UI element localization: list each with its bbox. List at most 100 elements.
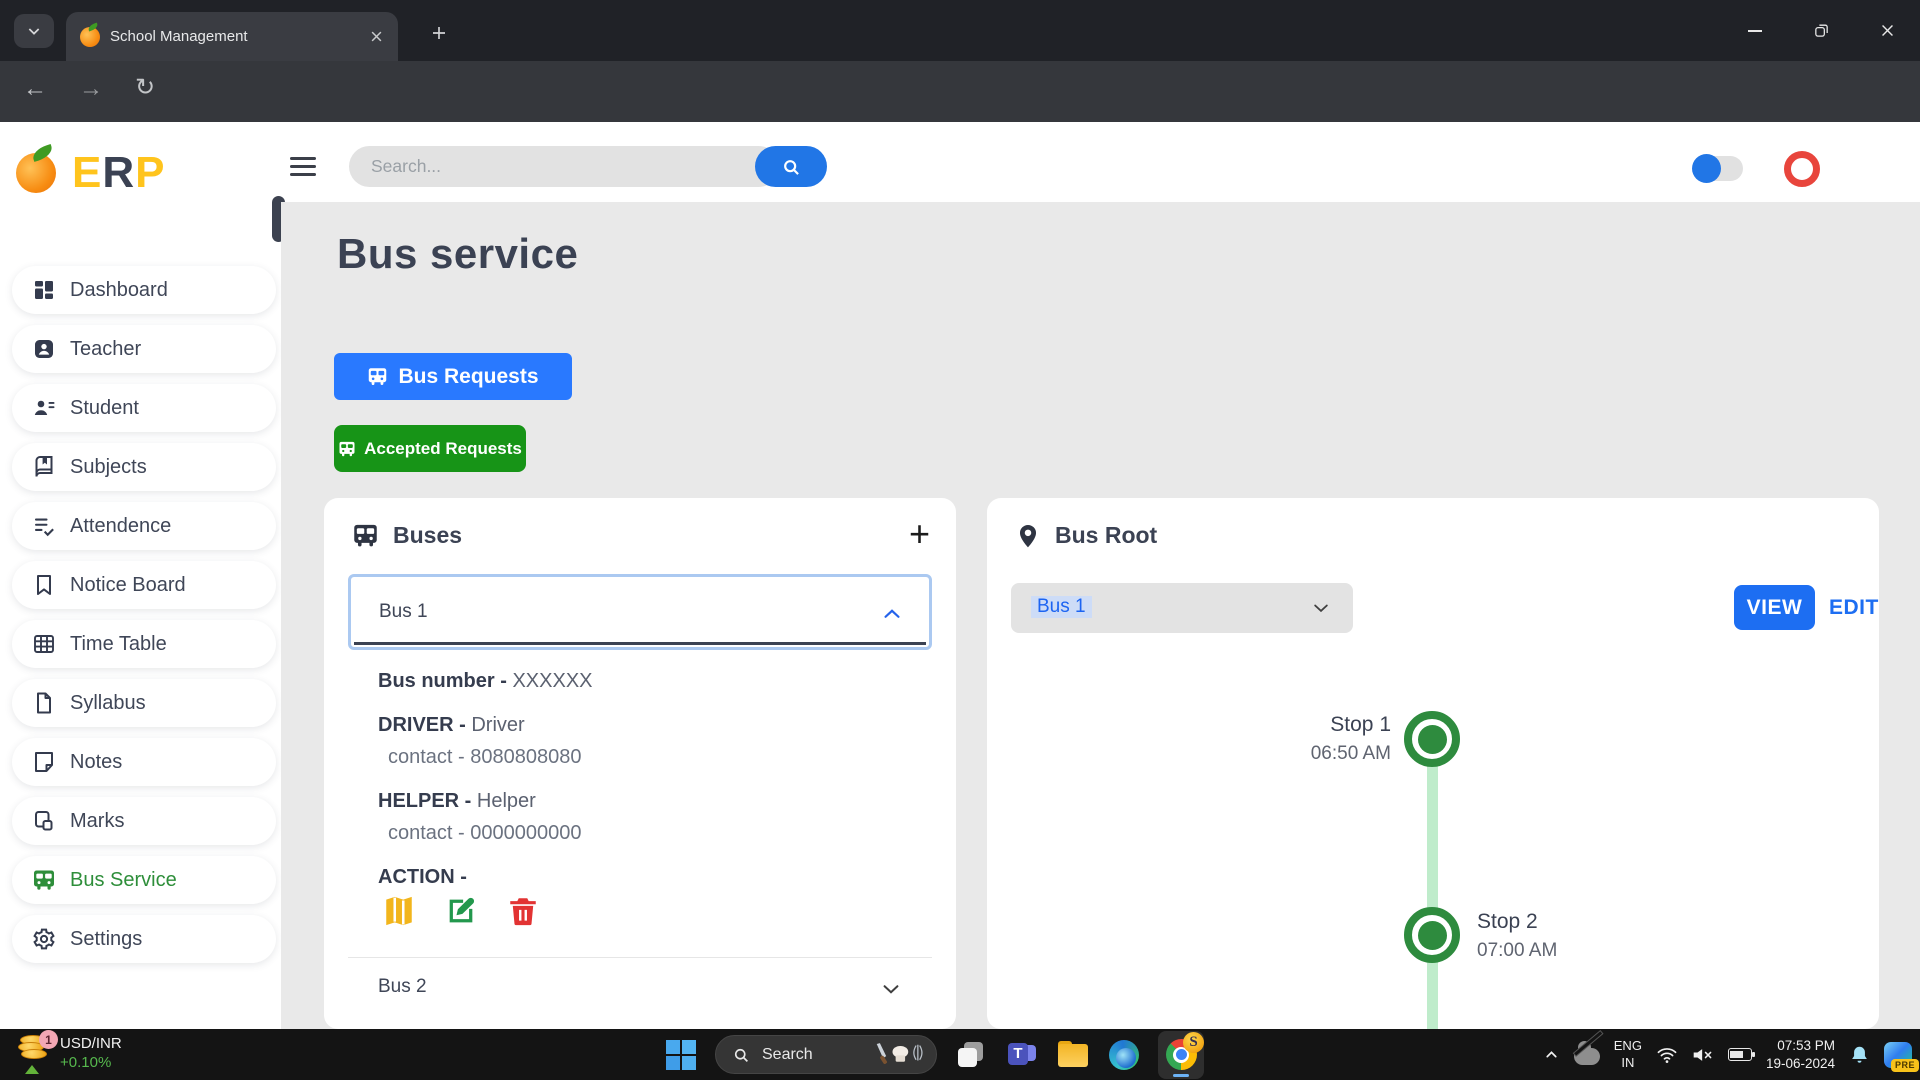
- bus2-accordion-header[interactable]: Bus 2: [378, 968, 902, 1010]
- minimize-button[interactable]: [1722, 0, 1788, 61]
- location-pin-icon: [1019, 524, 1037, 547]
- sidebar-item-notice-board[interactable]: Notice Board: [12, 561, 276, 609]
- file-explorer-button[interactable]: [1056, 1038, 1090, 1072]
- window-controls: [1722, 0, 1920, 61]
- sidebar-item-marks[interactable]: Marks: [12, 797, 276, 845]
- clock[interactable]: 07:53 PM 19-06-2024: [1766, 1037, 1835, 1072]
- forward-button[interactable]: →: [76, 77, 106, 107]
- reload-button[interactable]: ↻: [130, 76, 160, 106]
- sidebar-toggle-button[interactable]: [290, 157, 316, 177]
- bus-requests-button[interactable]: Bus Requests: [334, 353, 572, 400]
- app-search: [349, 146, 827, 187]
- task-view-button[interactable]: [954, 1038, 988, 1072]
- sidebar-item-student[interactable]: Student: [12, 384, 276, 432]
- start-button[interactable]: [664, 1038, 698, 1072]
- search-button[interactable]: [755, 146, 827, 187]
- plus-icon: [433, 27, 445, 39]
- sidebar-item-dashboard[interactable]: Dashboard: [12, 266, 276, 314]
- close-button[interactable]: [1854, 0, 1920, 61]
- taskbar: 1 USD/INR +0.10% Search T S ENG IN 07:53…: [0, 1029, 1920, 1080]
- chrome-browser-button[interactable]: S: [1158, 1030, 1204, 1079]
- tray-chevron-up-icon[interactable]: [1543, 1046, 1560, 1063]
- volume-muted-icon[interactable]: [1692, 1046, 1714, 1064]
- edge-browser-button[interactable]: [1107, 1038, 1141, 1072]
- bus-root-panel-title: Bus Root: [1055, 522, 1158, 548]
- sidebar-item-subjects[interactable]: Subjects: [12, 443, 276, 491]
- browser-toolbar: ← → ↻ localhost/ERP/admin_panel/buses.ph…: [0, 61, 1920, 174]
- edit-icon[interactable]: [444, 894, 478, 928]
- sidebar-item-teacher[interactable]: Teacher: [12, 325, 276, 373]
- theme-toggle[interactable]: [1692, 154, 1743, 183]
- restore-button[interactable]: [1788, 0, 1854, 61]
- clipboard-copy-icon: [32, 809, 56, 833]
- taskbar-stock-widget[interactable]: 1 USD/INR +0.10%: [18, 1030, 122, 1074]
- restore-icon: [1814, 24, 1828, 37]
- minimize-icon: [1748, 29, 1762, 32]
- bus1-actions: [382, 894, 540, 928]
- battery-icon[interactable]: [1727, 1048, 1755, 1061]
- taskbar-search-label: Search: [762, 1045, 813, 1063]
- bus1-accordion-header[interactable]: Bus 1: [348, 574, 932, 650]
- folder-icon: [1058, 1040, 1088, 1069]
- coins-icon: 1: [18, 1030, 58, 1074]
- accepted-requests-button[interactable]: Accepted Requests: [334, 425, 526, 472]
- search-icon: [734, 1048, 748, 1062]
- new-tab-button[interactable]: [424, 18, 454, 48]
- sidebar-item-attendence[interactable]: Attendence: [12, 502, 276, 550]
- sidebar: ERP Dashboard Teacher Student Subjects A…: [0, 122, 281, 1029]
- table-grid-icon: [32, 632, 56, 656]
- windows-logo-icon: [666, 1039, 696, 1070]
- language-indicator[interactable]: ENG IN: [1614, 1038, 1642, 1071]
- buses-panel-title: Buses: [393, 522, 463, 548]
- bus-icon: [369, 368, 387, 385]
- map-icon[interactable]: [382, 894, 416, 928]
- onedrive-paused-icon[interactable]: [1573, 1041, 1600, 1065]
- view-button[interactable]: VIEW: [1734, 585, 1815, 630]
- search-input[interactable]: [349, 146, 779, 187]
- driver-contact-line: contact - 8080808080: [388, 746, 582, 768]
- teacher-icon: [32, 337, 56, 361]
- driver-line: DRIVER - Driver: [378, 714, 525, 736]
- stop1-marker[interactable]: [1404, 711, 1460, 767]
- sidebar-item-syllabus[interactable]: Syllabus: [12, 679, 276, 727]
- tab-search-button[interactable]: [14, 14, 54, 48]
- search-icon: [784, 159, 799, 175]
- checklist-icon: [32, 514, 56, 538]
- edit-button[interactable]: EDIT: [1829, 585, 1879, 630]
- dashboard-icon: [32, 278, 56, 302]
- sidebar-nav: Dashboard Teacher Student Subjects Atten…: [12, 266, 276, 963]
- note-icon: [32, 750, 56, 774]
- record-circle-icon[interactable]: [1784, 151, 1820, 187]
- app-header: [0, 122, 1920, 202]
- book-icon: [32, 455, 56, 479]
- task-view-icon: [958, 1041, 984, 1068]
- notification-bell-icon[interactable]: [1849, 1044, 1870, 1066]
- chevron-down-icon: [28, 28, 40, 35]
- up-arrow-icon: [25, 1065, 39, 1074]
- active-app-indicator: [1173, 1073, 1189, 1077]
- bus1-name: Bus 1: [379, 601, 428, 622]
- stop2-marker[interactable]: [1404, 907, 1460, 963]
- chevron-up-icon: [884, 609, 900, 618]
- browser-tab[interactable]: School Management: [66, 12, 398, 61]
- sidebar-item-settings[interactable]: Settings: [12, 915, 276, 963]
- sidebar-item-bus-service[interactable]: Bus Service: [12, 856, 276, 904]
- favicon-tangerine-icon: [80, 26, 100, 47]
- close-icon: [1881, 25, 1893, 36]
- teams-icon: T: [1008, 1041, 1036, 1069]
- back-button[interactable]: ←: [20, 77, 50, 107]
- wifi-icon[interactable]: [1656, 1046, 1678, 1064]
- teams-app-button[interactable]: T: [1005, 1038, 1039, 1072]
- tab-close-icon[interactable]: [369, 29, 384, 44]
- add-bus-button[interactable]: +: [909, 516, 930, 552]
- sidebar-item-notes[interactable]: Notes: [12, 738, 276, 786]
- chevron-down-icon: [883, 985, 899, 994]
- s-overlay-icon: S: [1183, 1031, 1204, 1053]
- bus-select-dropdown[interactable]: Bus 1: [1011, 583, 1353, 633]
- copilot-icon[interactable]: PRE: [1884, 1041, 1919, 1072]
- taskbar-search[interactable]: Search: [715, 1035, 937, 1074]
- sidebar-item-time-table[interactable]: Time Table: [12, 620, 276, 668]
- logo-tangerine-icon: [16, 153, 56, 193]
- divider: [348, 957, 932, 958]
- delete-icon[interactable]: [506, 894, 540, 928]
